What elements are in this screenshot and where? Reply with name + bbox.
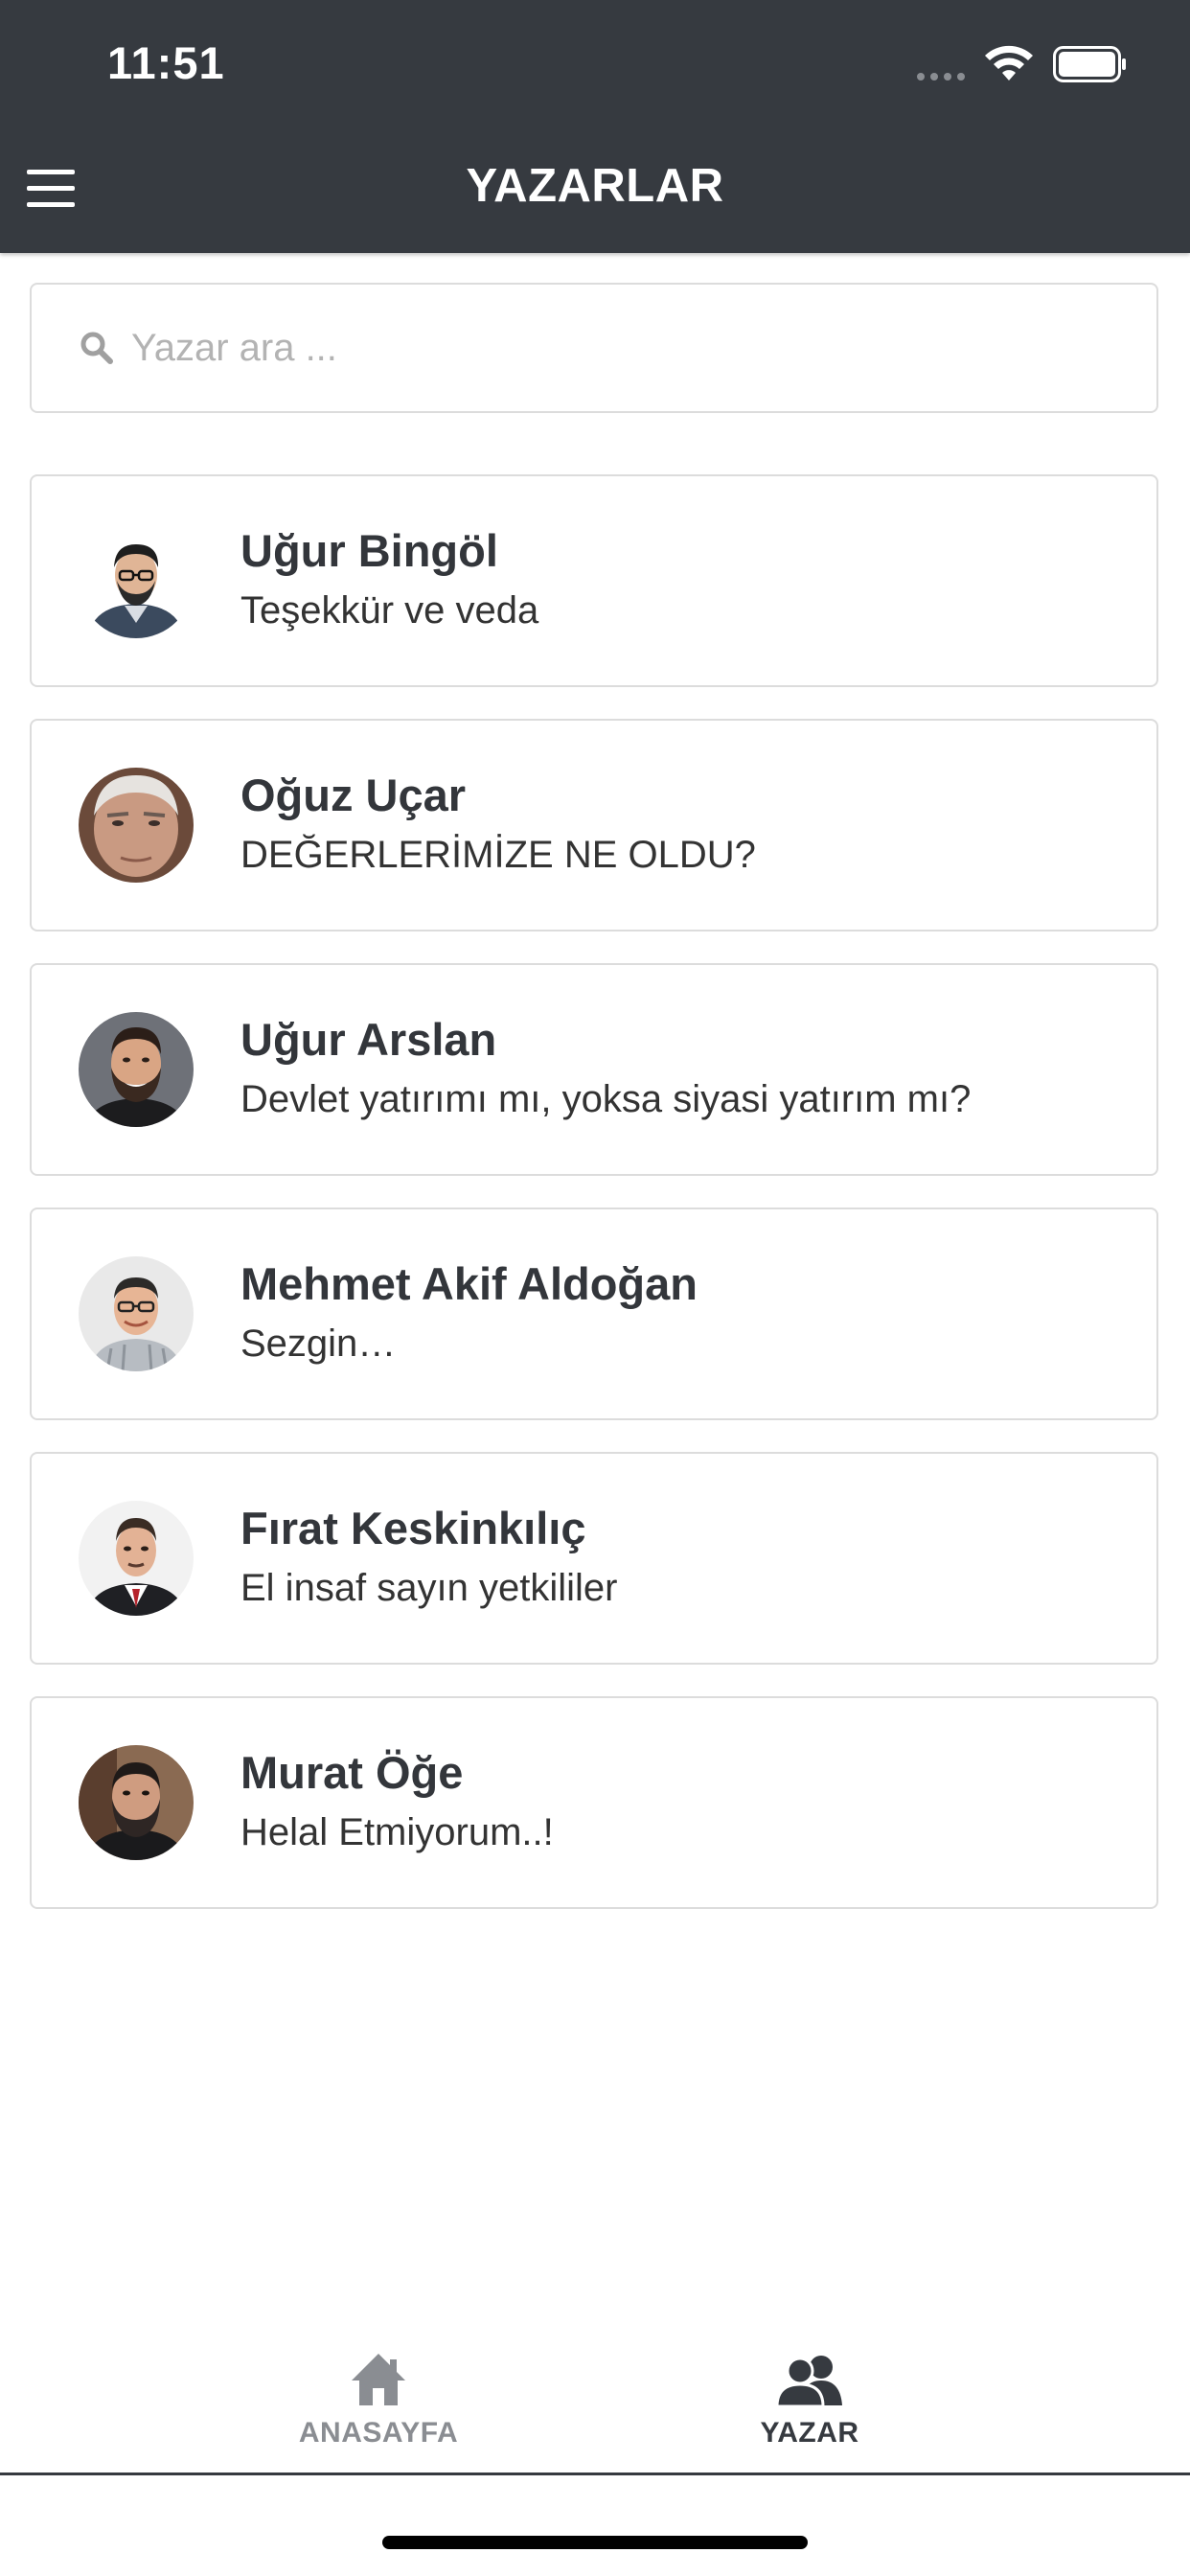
author-card[interactable]: Uğur Bingöl Teşekkür ve veda (30, 474, 1158, 687)
wifi-icon (985, 45, 1033, 80)
author-latest-article: Devlet yatırımı mı, yoksa siyasi yatırım… (240, 1078, 972, 1120)
author-avatar (79, 1501, 194, 1616)
bottom-tab-bar: ANASAYFA YAZAR (0, 2329, 1190, 2472)
author-name: Mehmet Akif Aldoğan (240, 1258, 698, 1309)
home-indicator[interactable] (382, 2536, 808, 2549)
author-name: Oğuz Uçar (240, 770, 467, 820)
tab-author[interactable]: YAZAR (666, 2329, 953, 2472)
app-header: 11:51 YAZARLAR (0, 0, 1190, 253)
tab-author-label: YAZAR (760, 2417, 859, 2449)
author-avatar (79, 768, 194, 883)
person-portrait-icon (79, 1501, 194, 1616)
tab-home-label: ANASAYFA (298, 2417, 459, 2449)
tab-bar-divider (0, 2472, 1190, 2475)
author-latest-article: Sezgin… (240, 1322, 397, 1365)
author-latest-article: DEĞERLERİMİZE NE OLDU? (240, 834, 756, 876)
status-time: 11:51 (107, 37, 225, 88)
author-card[interactable]: Mehmet Akif Aldoğan Sezgin… (30, 1208, 1158, 1420)
tab-home[interactable]: ANASAYFA (235, 2329, 522, 2472)
page-title: YAZARLAR (466, 160, 724, 212)
author-name: Uğur Arslan (240, 1014, 497, 1065)
person-portrait-icon (79, 1012, 194, 1127)
author-search-box[interactable] (30, 283, 1158, 413)
author-name: Fırat Keskinkılıç (240, 1503, 586, 1553)
author-latest-article: Teşekkür ve veda (240, 589, 539, 632)
author-search-input[interactable] (131, 311, 1128, 384)
author-card[interactable]: Murat Öğe Helal Etmiyorum..! (30, 1696, 1158, 1909)
author-avatar (79, 1745, 194, 1860)
author-name: Uğur Bingöl (240, 525, 498, 576)
person-portrait-icon (79, 768, 194, 883)
author-card[interactable]: Fırat Keskinkılıç El insaf sayın yetkili… (30, 1452, 1158, 1665)
author-name: Murat Öğe (240, 1747, 464, 1798)
battery-icon (1053, 46, 1126, 82)
author-latest-article: Helal Etmiyorum..! (240, 1811, 554, 1853)
cellular-signal-icon (917, 73, 965, 80)
author-latest-article: El insaf sayın yetkililer (240, 1567, 618, 1609)
users-icon (775, 2356, 842, 2407)
author-avatar (79, 1256, 194, 1371)
author-avatar (79, 1012, 194, 1127)
person-portrait-icon (79, 523, 194, 638)
author-avatar (79, 523, 194, 638)
search-icon (80, 332, 113, 364)
person-portrait-icon (79, 1256, 194, 1371)
home-icon (352, 2354, 405, 2405)
author-list: Uğur Bingöl Teşekkür ve veda Oğuz Uçar D… (30, 474, 1160, 1941)
person-portrait-icon (79, 1745, 194, 1860)
author-card[interactable]: Uğur Arslan Devlet yatırımı mı, yoksa si… (30, 963, 1158, 1176)
author-card[interactable]: Oğuz Uçar DEĞERLERİMİZE NE OLDU? (30, 719, 1158, 932)
